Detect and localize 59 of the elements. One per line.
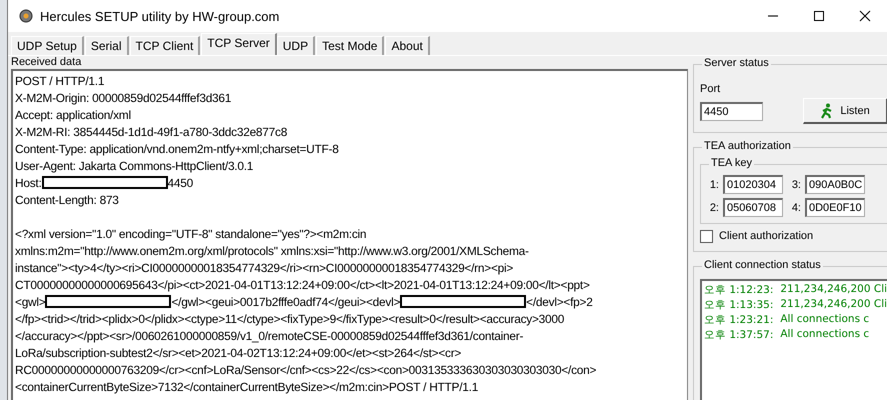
data-line: Content-Type: application/vnd.onem2m-ntfy+xml;charset=UTF-8 bbox=[15, 142, 339, 156]
data-line: instance"><ty>4</ty><ri>CI00000000018354774329</ri><rn>CI00000000018354774329</rn><pi> bbox=[15, 260, 514, 274]
log-message: 211,234,246,200 Cli bbox=[780, 298, 887, 312]
data-line: </gwl><geui>0017b2fffe0adf74</geui><devl> bbox=[171, 294, 400, 308]
log-time: 오후 1:37:57: bbox=[704, 328, 774, 343]
data-line: </fp><trid></trid><plidx>0</plidx><ctype>11</ctype><fixType>9</fixType><result>0</result><accuracy>3000 bbox=[15, 312, 564, 326]
tab[interactable]: UDP bbox=[276, 36, 316, 55]
log-time: 오후 1:12:23: bbox=[704, 283, 774, 298]
group-title: Server status bbox=[702, 57, 771, 69]
log-time: 오후 1:13:35: bbox=[704, 298, 774, 313]
data-line: <?xml version="1.0" encoding="UTF-8" standalone="yes"?><m2m:cin bbox=[15, 226, 366, 240]
key-field[interactable]: 090A0B0C bbox=[805, 175, 865, 194]
key-field[interactable]: 01020304 bbox=[723, 175, 783, 194]
data-line: Host: bbox=[15, 176, 42, 190]
key-field[interactable]: 0D0E0F10 bbox=[805, 198, 865, 217]
log-message: 211,234,246,200 Cli bbox=[780, 283, 887, 297]
maximize-icon bbox=[813, 10, 825, 22]
data-line: Accept: application/xml bbox=[15, 108, 131, 122]
key-field[interactable]: 05060708 bbox=[723, 198, 783, 217]
tab[interactable]: Serial bbox=[84, 36, 128, 55]
tab[interactable]: Test Mode bbox=[316, 36, 384, 55]
received-data-label: Received data bbox=[11, 56, 82, 69]
data-line: Content-Length: 873 bbox=[15, 192, 119, 206]
key-label: 1: bbox=[708, 178, 719, 190]
key-label: 3: bbox=[790, 178, 801, 190]
port-label: Port bbox=[700, 83, 720, 95]
data-line: <gwl> bbox=[15, 294, 46, 308]
key-label: 2: bbox=[708, 202, 719, 214]
close-icon bbox=[859, 10, 871, 22]
data-line: X-M2M-RI: 3854445d-1d1d-49f1-a780-3ddc32e877c8 bbox=[15, 124, 288, 138]
data-line: CT00000000000000695643</pi><ct>2021-04-01T13:12:24+09:00</ct><lt>2021-04-01T13:12:24+09:00</lt><ppt> bbox=[15, 278, 590, 292]
log-message: All connections c bbox=[780, 313, 870, 327]
log-time: 오후 1:23:21: bbox=[704, 313, 774, 328]
key-label: 4: bbox=[790, 202, 801, 214]
data-line: </devl><fp>2 bbox=[526, 294, 593, 308]
data-line: RC00000000000000763209</cr><cnf>LoRa/Sensor</cnf><cs>22</cs><con>003135333630303030303030</con> bbox=[15, 362, 596, 376]
data-line: <containerCurrentByteSize>7132</containerCurrentByteSize></m2m:cin>POST / HTTP/1.1 bbox=[15, 380, 478, 394]
data-line: LoRa/subscription-subtest2</sr><et>2021-04-02T13:12:24+09:00</et><st>264</st><cr> bbox=[15, 346, 462, 360]
app-icon bbox=[18, 8, 34, 24]
data-line: xmlns:m2m="http://www.onem2m.org/xml/protocols" xmlns:xsi="http://www.w3.org/2001/XMLSchema- bbox=[15, 244, 529, 258]
data-line: POST / HTTP/1.1 bbox=[15, 74, 104, 88]
walking-man-icon bbox=[820, 102, 834, 118]
data-line: </accuracy></ppt><sr>/0060261000000859/v1_0/remoteCSE-00000859d02544fffef3d361/container- bbox=[15, 328, 524, 342]
tab[interactable]: TCP Server bbox=[201, 33, 277, 55]
data-line: X-M2M-Origin: 00000859d02544fffef3d361 bbox=[15, 90, 232, 104]
tab[interactable]: UDP Setup bbox=[11, 36, 84, 55]
data-line: User-Agent: Jakarta Commons-HttpClient/3.0.1 bbox=[15, 158, 254, 172]
checkbox-label: Client authorization bbox=[719, 230, 814, 243]
listen-button[interactable]: Listen bbox=[803, 98, 887, 124]
group-title: TEA authorization bbox=[702, 140, 793, 152]
client-authorization-checkbox[interactable] bbox=[700, 230, 713, 243]
log-message: All connections c bbox=[780, 328, 870, 342]
group-title: TEA key bbox=[709, 157, 754, 169]
port-field[interactable]: 4450 bbox=[700, 102, 763, 120]
window-title: Hercules SETUP utility by HW-group.com bbox=[40, 8, 280, 24]
data-line: 4450 bbox=[168, 176, 193, 190]
group-title: Client connection status bbox=[702, 259, 823, 271]
tab[interactable]: TCP Client bbox=[130, 36, 200, 55]
tab[interactable]: About bbox=[385, 36, 430, 55]
